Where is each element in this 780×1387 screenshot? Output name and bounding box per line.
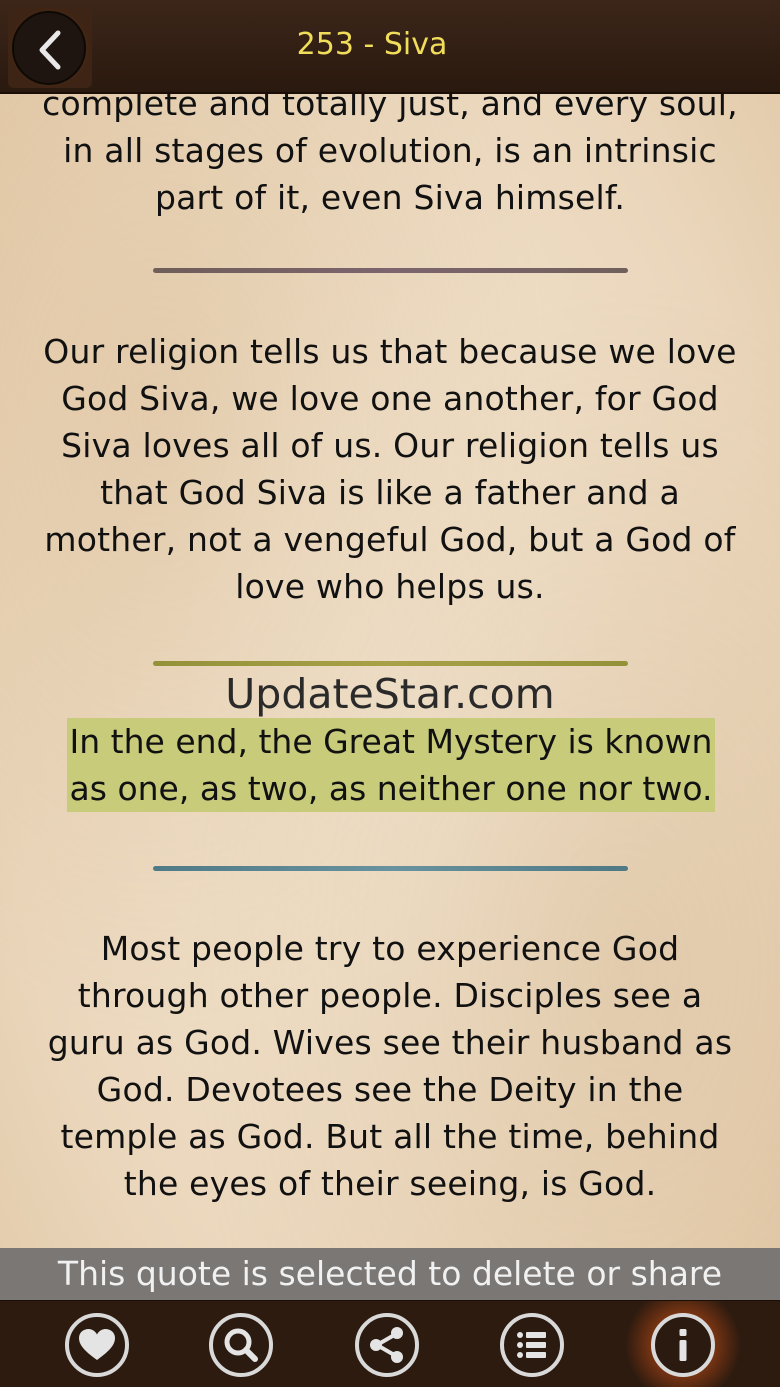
share-button[interactable] — [355, 1313, 419, 1377]
quote-divider — [153, 661, 628, 666]
page-title: 253 - Siva — [296, 27, 448, 62]
quote-divider — [153, 866, 628, 871]
app-header: 253 - Siva — [0, 0, 780, 94]
search-icon — [224, 1328, 258, 1362]
list-button[interactable] — [500, 1313, 564, 1377]
favorite-button[interactable] — [65, 1313, 129, 1377]
heart-icon — [79, 1329, 115, 1360]
search-button[interactable] — [209, 1313, 273, 1377]
info-button[interactable] — [651, 1313, 715, 1377]
bottom-toolbar — [0, 1300, 780, 1387]
quote-item[interactable]: Most people try to experience God throug… — [40, 925, 740, 1207]
share-icon — [370, 1327, 403, 1363]
quote-list[interactable]: complete and totally just, and every sou… — [0, 94, 780, 1248]
watermark-text: UpdateStar.com — [225, 670, 555, 718]
quote-item[interactable]: Our religion tells us that because we lo… — [40, 328, 740, 610]
info-icon — [679, 1329, 687, 1361]
selection-status-bar: This quote is selected to delete or shar… — [0, 1248, 780, 1300]
quote-divider — [153, 268, 628, 273]
quote-item[interactable]: complete and totally just, and every sou… — [40, 94, 740, 221]
selected-quote-item[interactable]: In the end, the Great Mystery is known a… — [67, 718, 715, 812]
list-icon — [517, 1332, 546, 1358]
